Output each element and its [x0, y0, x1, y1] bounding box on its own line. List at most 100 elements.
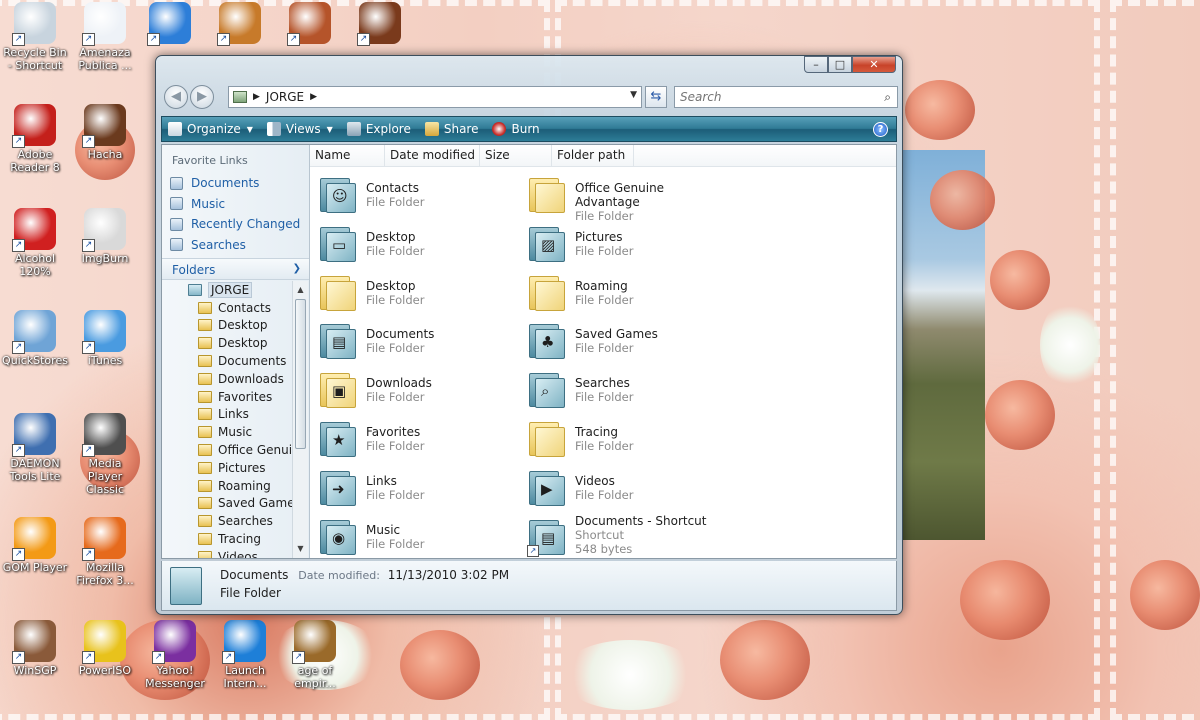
file-item-music[interactable]: ◉ Music File Folder: [314, 514, 518, 560]
tree-item-searches[interactable]: Searches: [162, 512, 292, 530]
tree-item-videos[interactable]: Videos: [162, 548, 292, 558]
file-item-roaming[interactable]: Roaming File Folder: [523, 270, 727, 316]
tree-item-desktop[interactable]: Desktop: [162, 334, 292, 352]
age-of-empires-shortcut[interactable]: ↗ age of empir...: [280, 620, 350, 690]
tree-item-label: Pictures: [218, 460, 266, 475]
tree-item-tracing[interactable]: Tracing: [162, 530, 292, 548]
internet-explorer-shortcut[interactable]: ↗ Launch Intern...: [210, 620, 280, 690]
daemon-tools-shortcut[interactable]: ↗ DAEMON Tools Lite: [0, 413, 70, 483]
folders-header[interactable]: Folders ❯: [162, 258, 309, 280]
poweriso-shortcut[interactable]: ↗ PowerISO: [70, 620, 140, 677]
glove-shortcut[interactable]: ↗: [275, 2, 345, 46]
minimize-button[interactable]: –: [804, 56, 828, 73]
organize-button[interactable]: Organize ▼: [168, 122, 253, 136]
navigation-bar: ◀ ▶ ▶ JORGE ▶ ▼ ⇆ ⌕: [162, 84, 898, 110]
file-item-type: File Folder: [366, 487, 425, 502]
desktop-icon-label: Hacha: [87, 148, 123, 161]
share-button[interactable]: Share: [424, 122, 478, 136]
file-item-documents-shortcut[interactable]: ▤ ↗ Documents - Shortcut Shortcut 548 bytes: [523, 514, 727, 560]
media-player-classic-shortcut[interactable]: ↗ Media Player Classic: [70, 413, 140, 496]
tree-item-roaming[interactable]: Roaming: [162, 477, 292, 495]
firefox-shortcut[interactable]: ↗ Mozilla Firefox 3...: [70, 517, 140, 587]
column-header-date-modified[interactable]: Date modified: [385, 145, 480, 166]
tree-item-links[interactable]: Links: [162, 406, 292, 424]
tree-item-music[interactable]: Music: [162, 423, 292, 441]
file-item-documents[interactable]: ▤ Documents File Folder: [314, 318, 518, 364]
file-item-office-genuine-advantage[interactable]: Office Genuine Advantage File Folder: [523, 172, 727, 223]
file-item-tracing[interactable]: Tracing File Folder: [523, 416, 727, 462]
itunes-shortcut[interactable]: ↗ iTunes: [70, 310, 140, 367]
itunes-icon: ↗: [82, 310, 126, 354]
forward-button[interactable]: ▶: [190, 85, 214, 109]
explorer-window[interactable]: – □ ✕ ◀ ▶ ▶ JORGE ▶ ▼ ⇆ ⌕ Organize ▼ Vie…: [155, 55, 903, 615]
tree-scrollbar[interactable]: ▲ ▼: [292, 281, 308, 558]
tree-item-office-genuin[interactable]: Office Genuin: [162, 441, 292, 459]
links-folder-icon: ➜: [318, 468, 358, 508]
tree-item-contacts[interactable]: Contacts: [162, 299, 292, 317]
search-icon[interactable]: ⌕: [884, 90, 891, 105]
column-header-folder-path[interactable]: Folder path: [552, 145, 634, 166]
breadcrumb-jorge[interactable]: JORGE: [266, 90, 304, 104]
help-button[interactable]: ?: [873, 122, 888, 137]
tree-item-documents[interactable]: Documents: [162, 352, 292, 370]
recycle-bin-shortcut[interactable]: ↗ Recycle Bin - Shortcut: [0, 2, 70, 72]
tree-item-favorites[interactable]: Favorites: [162, 388, 292, 406]
explore-button[interactable]: Explore: [346, 122, 411, 136]
mp3-file-shortcut[interactable]: ↗ Amenaza Publica ...: [70, 2, 140, 72]
tree-item-pictures[interactable]: Pictures: [162, 459, 292, 477]
quicktime-shortcut[interactable]: ↗: [135, 2, 205, 46]
breadcrumb-separator-icon[interactable]: ▶: [253, 92, 260, 102]
film-shortcut[interactable]: ↗: [205, 2, 275, 46]
address-bar[interactable]: ▶ JORGE ▶ ▼: [228, 86, 642, 108]
favorite-link-recently-changed[interactable]: Recently Changed: [162, 214, 309, 235]
column-header-name[interactable]: Name: [310, 145, 385, 166]
breadcrumb-separator-icon[interactable]: ▶: [310, 92, 317, 102]
file-item-saved-games[interactable]: ♣ Saved Games File Folder: [523, 318, 727, 364]
scroll-down-icon[interactable]: ▼: [293, 542, 308, 556]
folder-icon: [198, 444, 212, 457]
file-item-name: Desktop: [366, 278, 416, 293]
winsgp-shortcut[interactable]: ↗ WinSGP: [0, 620, 70, 677]
file-item-contacts[interactable]: ☺ Contacts File Folder: [314, 172, 518, 218]
file-item-searches[interactable]: ⌕ Searches File Folder: [523, 367, 727, 413]
wallpaper-flowers: [1040, 300, 1100, 390]
alcohol-shortcut[interactable]: ↗ Alcohol 120%: [0, 208, 70, 278]
file-item-name: Roaming: [575, 278, 628, 293]
tree-item-saved-games[interactable]: Saved Games: [162, 495, 292, 513]
gom-player-shortcut[interactable]: ↗ GOM Player: [0, 517, 70, 574]
hacha-shortcut[interactable]: ↗ Hacha: [70, 104, 140, 161]
scroll-up-icon[interactable]: ▲: [293, 283, 308, 297]
file-item-desktop[interactable]: ▭ Desktop File Folder: [314, 221, 518, 267]
adobe-reader-shortcut[interactable]: ↗ Adobe Reader 8: [0, 104, 70, 174]
address-dropdown-icon[interactable]: ▼: [630, 90, 637, 100]
close-button[interactable]: ✕: [852, 56, 896, 73]
search-box[interactable]: ⌕: [674, 86, 898, 108]
burn-button[interactable]: Burn: [492, 122, 540, 136]
file-item-pictures[interactable]: ▨ Pictures File Folder: [523, 221, 727, 267]
daemon-tools-icon: ↗: [12, 413, 56, 457]
tree-item-desktop[interactable]: Desktop: [162, 317, 292, 335]
file-item-desktop[interactable]: Desktop File Folder: [314, 270, 518, 316]
favorite-link-documents[interactable]: Documents: [162, 173, 309, 194]
file-item-videos[interactable]: ▶ Videos File Folder: [523, 465, 727, 511]
back-button[interactable]: ◀: [164, 85, 188, 109]
scroll-thumb[interactable]: [295, 299, 306, 449]
file-item-favorites[interactable]: ★ Favorites File Folder: [314, 416, 518, 462]
file-item-links[interactable]: ➜ Links File Folder: [314, 465, 518, 511]
chevron-down-icon[interactable]: ❯: [293, 263, 301, 274]
tree-item-downloads[interactable]: Downloads: [162, 370, 292, 388]
refresh-button[interactable]: ⇆: [645, 86, 667, 108]
favorite-link-searches[interactable]: Searches: [162, 235, 309, 256]
file-item-type: File Folder: [366, 439, 425, 453]
yahoo-messenger-shortcut[interactable]: ↗ Yahoo! Messenger: [140, 620, 210, 690]
column-header-size[interactable]: Size: [480, 145, 552, 166]
tree-item-jorge[interactable]: JORGE: [162, 281, 292, 299]
maximize-button[interactable]: □: [828, 56, 852, 73]
search-input[interactable]: [680, 90, 870, 104]
quickstores-shortcut[interactable]: ↗ QuickStores: [0, 310, 70, 367]
file-item-downloads[interactable]: ▣ Downloads File Folder: [314, 367, 518, 413]
imgburn-shortcut[interactable]: ↗ ImgBurn: [70, 208, 140, 265]
views-button[interactable]: Views ▼: [266, 122, 333, 136]
favorite-link-music[interactable]: Music: [162, 194, 309, 215]
compass-shortcut[interactable]: ↗: [345, 2, 415, 46]
